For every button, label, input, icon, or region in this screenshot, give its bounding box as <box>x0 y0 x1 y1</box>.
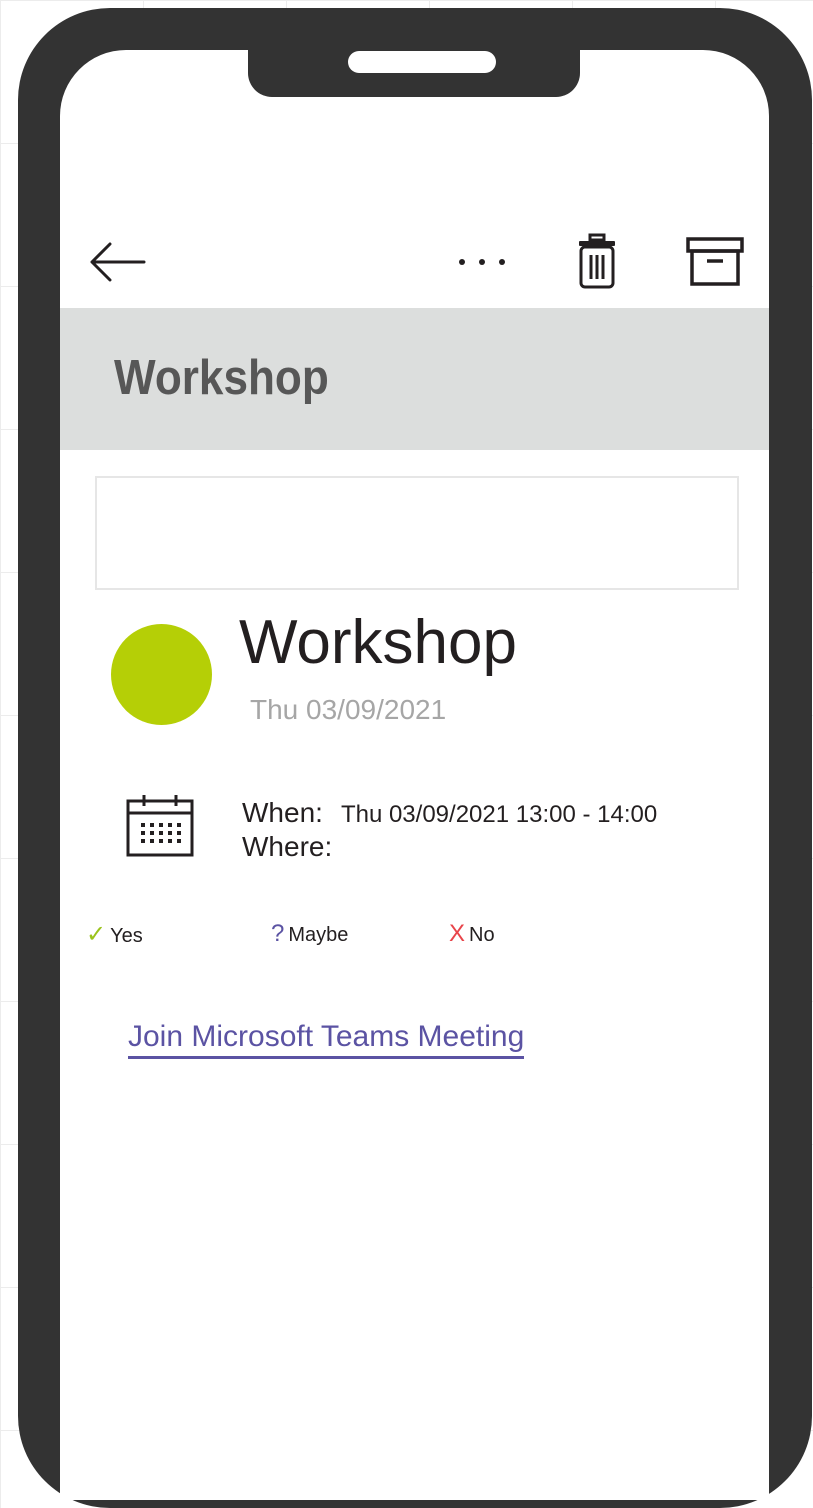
rsvp-no-label: No <box>469 924 495 946</box>
event-date: Thu 03/09/2021 <box>250 694 447 725</box>
message-preview-box <box>95 476 739 590</box>
arrow-left-icon[interactable] <box>86 238 148 286</box>
rsvp-no-button[interactable]: X No <box>449 920 495 948</box>
calendar-icon <box>126 795 194 857</box>
trash-icon[interactable] <box>574 232 620 292</box>
event-details: When: Thu 03/09/2021 13:00 - 14:00 Where: <box>242 796 657 864</box>
question-mark-icon: ? <box>271 920 285 947</box>
when-value: Thu 03/09/2021 13:00 - 14:00 <box>340 801 658 828</box>
page-title: Workshop <box>114 351 329 405</box>
join-teams-meeting-link[interactable]: Join Microsoft Teams Meeting <box>128 1020 525 1059</box>
event-title: Workshop <box>239 608 517 677</box>
top-toolbar <box>60 226 769 306</box>
phone-speaker <box>348 51 496 73</box>
when-row: When: Thu 03/09/2021 13:00 - 14:00 <box>242 796 657 830</box>
rsvp-yes-button[interactable]: ✓ Yes <box>86 920 143 949</box>
header-band: Workshop <box>60 308 769 450</box>
where-row: Where: <box>242 830 657 864</box>
where-label: Where: <box>242 831 333 862</box>
rsvp-yes-label: Yes <box>110 925 143 947</box>
when-label: When: <box>242 797 323 828</box>
x-icon: X <box>449 920 466 947</box>
avatar <box>111 624 212 725</box>
rsvp-maybe-button[interactable]: ? Maybe <box>271 920 348 948</box>
checkmark-icon: ✓ <box>86 921 107 948</box>
more-horizontal-icon[interactable] <box>456 252 508 272</box>
rsvp-maybe-label: Maybe <box>288 924 349 946</box>
archive-icon[interactable] <box>684 236 746 288</box>
